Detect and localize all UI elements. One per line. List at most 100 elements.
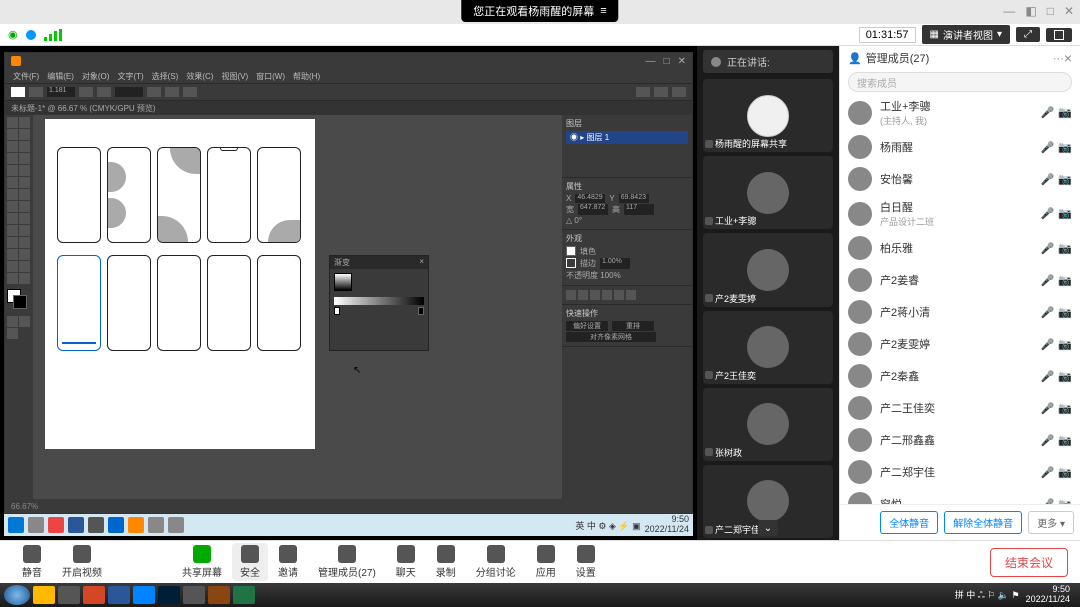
window-layout-icon[interactable]: ◧ [1025, 4, 1036, 18]
camera-off-icon[interactable]: 📷 [1058, 242, 1072, 255]
camera-off-icon[interactable]: 📷 [1058, 306, 1072, 319]
mic-muted-icon[interactable]: 🎤 [1041, 106, 1055, 119]
fullscreen-button[interactable]: ⤢ [1016, 27, 1040, 42]
inner-start-icon[interactable] [8, 517, 24, 533]
width-tool-icon[interactable] [7, 201, 18, 212]
stroke-swatch[interactable] [29, 87, 43, 97]
gradient-panel[interactable]: 渐变× [329, 255, 429, 351]
video-page-down[interactable]: ⌄ [758, 520, 778, 536]
participant-search-input[interactable]: 搜索成员 [848, 72, 1072, 92]
ai-close-icon[interactable]: ✕ [678, 56, 686, 67]
taskbar-icon[interactable] [183, 586, 205, 604]
members-button[interactable]: 管理成员(27) [308, 545, 386, 579]
participant-row[interactable]: 产二王佳奕🎤📷 [840, 392, 1080, 424]
view-mode-selector[interactable]: ▦ 演讲者视图 ▾ [922, 25, 1010, 44]
participant-row[interactable]: 安怡馨🎤📷 [840, 163, 1080, 195]
window-close-icon[interactable]: ✕ [1064, 4, 1074, 18]
mic-muted-icon[interactable]: 🎤 [1041, 242, 1055, 255]
direct-select-tool-icon[interactable] [19, 117, 30, 128]
align-icon[interactable] [602, 290, 612, 300]
align-icon[interactable] [566, 290, 576, 300]
inner-task-icon[interactable] [108, 517, 124, 533]
video-thumbnail[interactable]: 产2王佳奕 [703, 311, 833, 384]
camera-off-icon[interactable]: 📷 [1058, 274, 1072, 287]
mute-button[interactable]: 静音 [12, 545, 52, 579]
more-button[interactable]: 更多 ▾ [1028, 511, 1074, 534]
mic-muted-icon[interactable]: 🎤 [1041, 466, 1055, 479]
participant-row[interactable]: 白日醒产品设计二班🎤📷 [840, 195, 1080, 232]
align-icon[interactable] [614, 290, 624, 300]
camera-off-icon[interactable]: 📷 [1058, 370, 1072, 383]
type-tool-icon[interactable] [7, 153, 18, 164]
mic-muted-icon[interactable]: 🎤 [1041, 274, 1055, 287]
panel-close-icon[interactable]: × [1064, 50, 1072, 66]
shield-icon[interactable]: ◉ [8, 28, 18, 41]
curvature-tool-icon[interactable] [19, 141, 30, 152]
ai-menu-item[interactable]: 文件(F) [13, 71, 39, 82]
participant-row[interactable]: 窗悦🎤📷 [840, 488, 1080, 504]
unmute-all-button[interactable]: 解除全体静音 [944, 511, 1022, 534]
y-input[interactable]: 69.8423 [619, 194, 649, 203]
shape-builder-icon[interactable] [7, 213, 18, 224]
align-icon[interactable] [626, 290, 636, 300]
eyedropper-icon[interactable] [7, 237, 18, 248]
graph-tool-icon[interactable] [19, 249, 30, 260]
camera-off-icon[interactable]: 📷 [1058, 434, 1072, 447]
magic-wand-icon[interactable] [7, 129, 18, 140]
apps-button[interactable]: 应用 [526, 545, 566, 579]
taskbar-icon[interactable] [233, 586, 255, 604]
opt-icon[interactable] [97, 87, 111, 97]
ai-min-icon[interactable]: — [646, 56, 656, 67]
participant-row[interactable]: 柏乐雅🎤📷 [840, 232, 1080, 264]
opt-icon[interactable] [654, 87, 668, 97]
camera-off-icon[interactable]: 📷 [1058, 141, 1072, 154]
layer-row[interactable]: ◉ ▸ 图层 1 [566, 131, 688, 144]
ai-menu-item[interactable]: 效果(C) [186, 71, 213, 82]
opt-field[interactable] [115, 87, 143, 97]
mic-muted-icon[interactable]: 🎤 [1041, 173, 1055, 186]
selection-tool-icon[interactable] [7, 117, 18, 128]
breakout-button[interactable]: 分组讨论 [466, 545, 526, 579]
align-icon[interactable] [578, 290, 588, 300]
taskbar-icon[interactable] [83, 586, 105, 604]
fill-stroke-swatch[interactable] [7, 289, 31, 309]
video-thumbnail[interactable]: 产2麦雯婷 [703, 233, 833, 306]
mic-muted-icon[interactable]: 🎤 [1041, 306, 1055, 319]
fill-swatch[interactable] [11, 87, 25, 97]
layout-button[interactable] [1046, 28, 1072, 42]
mesh-tool-icon[interactable] [7, 225, 18, 236]
participant-row[interactable]: 产2姜睿🎤📷 [840, 264, 1080, 296]
participant-row[interactable]: 产2蒋小清🎤📷 [840, 296, 1080, 328]
opt-icon[interactable] [672, 87, 686, 97]
participant-row[interactable]: 产2秦鑫🎤📷 [840, 360, 1080, 392]
shaper-tool-icon[interactable] [7, 177, 18, 188]
eraser-tool-icon[interactable] [19, 177, 30, 188]
camera-off-icon[interactable]: 📷 [1058, 402, 1072, 415]
mic-muted-icon[interactable]: 🎤 [1041, 370, 1055, 383]
network-icon[interactable] [26, 30, 36, 40]
qa-button[interactable]: 对齐像素网格 [566, 332, 656, 342]
inner-task-icon[interactable] [48, 517, 64, 533]
chat-button[interactable]: 聊天 [386, 545, 426, 579]
taskbar-icon[interactable] [58, 586, 80, 604]
participant-row[interactable]: 产二郑宇佳🎤📷 [840, 456, 1080, 488]
video-thumbnail[interactable]: 工业+李骢 [703, 156, 833, 229]
share-button[interactable]: 共享屏幕 [172, 545, 232, 579]
taskbar-icon[interactable] [158, 586, 180, 604]
stroke-icon[interactable] [566, 258, 576, 268]
end-meeting-button[interactable]: 结束会议 [990, 548, 1068, 577]
mic-muted-icon[interactable]: 🎤 [1041, 434, 1055, 447]
opt-icon[interactable] [165, 87, 179, 97]
invite-button[interactable]: 邀请 [268, 545, 308, 579]
draw-mode-icon[interactable] [19, 316, 30, 327]
free-transform-icon[interactable] [19, 201, 30, 212]
rotate-tool-icon[interactable] [7, 189, 18, 200]
video-button[interactable]: 开启视频 [52, 545, 112, 579]
participant-row[interactable]: 杨雨醒🎤📷 [840, 131, 1080, 163]
camera-off-icon[interactable]: 📷 [1058, 207, 1072, 220]
perspective-icon[interactable] [19, 213, 30, 224]
record-button[interactable]: 录制 [426, 545, 466, 579]
inner-task-icon[interactable] [148, 517, 164, 533]
system-clock[interactable]: 9:50 2022/11/24 [1026, 585, 1070, 605]
align-icon[interactable] [590, 290, 600, 300]
